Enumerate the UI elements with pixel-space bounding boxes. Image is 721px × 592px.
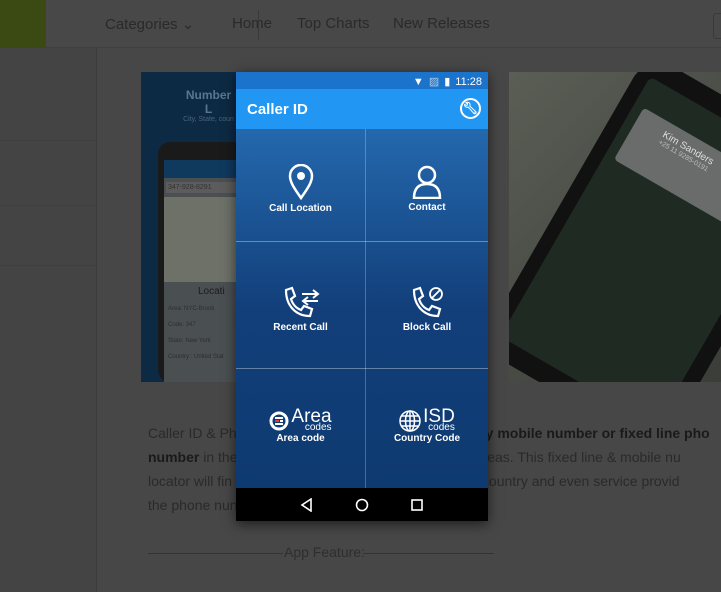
tile-label: Call Location <box>269 203 332 214</box>
shot-title: Number L <box>185 88 232 116</box>
block-call-icon <box>412 286 443 317</box>
tile-label: Country Code <box>393 433 461 445</box>
nav-new-releases[interactable]: New Releases <box>393 15 490 32</box>
left-sidebar <box>0 0 97 592</box>
shot-subtitle: City, State, coun <box>183 116 234 123</box>
battery-icon: ▮ <box>444 76 451 88</box>
back-icon[interactable] <box>300 497 314 512</box>
tile-country-code[interactable]: ISD codes Country Code <box>366 369 488 488</box>
app-title: Caller ID <box>247 101 308 118</box>
description-line: the phone nun <box>148 497 238 513</box>
search-box[interactable] <box>713 13 721 39</box>
status-bar: ▼ ▨ ▮ 11:28 <box>236 72 488 89</box>
tile-area-code[interactable]: Area codes Area code <box>236 369 365 488</box>
wifi-icon: ▼ <box>412 75 424 88</box>
tile-block-call[interactable]: Block Call <box>366 242 488 368</box>
tile-contact[interactable]: Contact <box>366 129 488 241</box>
tile-label: Area code <box>276 433 325 445</box>
feature-heading: App Feature: <box>148 544 494 564</box>
nav-top-charts[interactable]: Top Charts <box>297 15 370 32</box>
tile-label: Contact <box>408 202 446 213</box>
contact-icon <box>412 165 442 199</box>
caller-id-app-popup: ▼ ▨ ▮ 11:28 Caller ID 🔧︎ Call Location C… <box>236 72 488 521</box>
tile-recent-call[interactable]: Recent Call <box>236 242 365 368</box>
isd-codes-icon: ISD codes <box>399 407 455 433</box>
recent-call-icon <box>284 286 320 317</box>
tile-label: Recent Call <box>273 321 328 333</box>
android-nav-bar <box>236 488 488 521</box>
status-time: 11:28 <box>455 75 482 88</box>
description-line: Caller ID & Pho te any mobile number or f… <box>148 425 710 441</box>
tile-call-location[interactable]: Call Location <box>236 129 365 241</box>
site-logo[interactable] <box>0 0 46 48</box>
recents-icon[interactable] <box>410 498 424 512</box>
shot-number: 347-928-8291 <box>166 182 236 193</box>
feature-grid: Call Location Contact Recent Call Block … <box>236 129 488 488</box>
wrench-settings-icon[interactable]: 🔧︎ <box>460 98 481 119</box>
app-bar: Caller ID 🔧︎ <box>236 89 488 129</box>
description-line: locator will fin, state, country and eve… <box>148 473 680 489</box>
nav-home[interactable]: Home <box>232 15 272 32</box>
screenshot-2[interactable]: Kim Sanders +25 11 9285-0191 <box>509 72 721 382</box>
screenshot-1[interactable]: Number L City, State, coun 347-928-8291 … <box>141 72 236 382</box>
shot-location: Locati <box>198 286 225 297</box>
home-icon[interactable] <box>355 498 369 512</box>
tile-label: Block Call <box>402 321 452 333</box>
nav-categories[interactable]: Categories ⌄ <box>105 15 194 33</box>
description-line: number in the cities areas. This fixed li… <box>148 449 681 465</box>
area-codes-icon: Area codes <box>269 407 332 433</box>
no-sim-icon: ▨ <box>428 76 440 88</box>
location-pin-icon <box>288 164 313 200</box>
top-nav: Categories ⌄ Home Top Charts New Release… <box>46 0 721 48</box>
